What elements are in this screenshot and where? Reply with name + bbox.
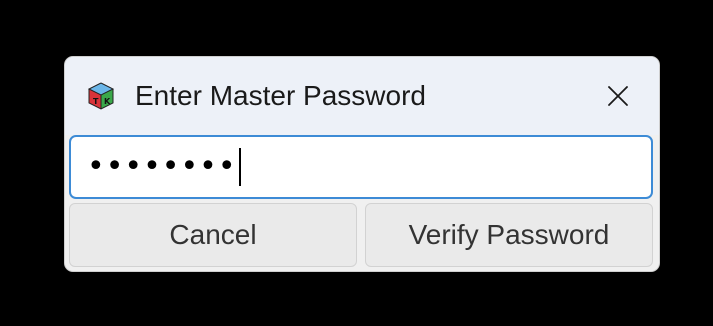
- dialog-title: Enter Master Password: [135, 80, 426, 111]
- dialog-titlebar: T K Enter Master Password: [65, 57, 659, 135]
- svg-text:K: K: [104, 97, 111, 106]
- screen-background: T K Enter Master Password •••••••• Cance…: [0, 0, 713, 326]
- password-input[interactable]: ••••••••: [69, 135, 653, 199]
- tk-cube-icon: T K: [87, 82, 115, 110]
- svg-text:T: T: [93, 97, 99, 106]
- text-caret: [238, 148, 241, 186]
- password-masked-value: ••••••••: [87, 149, 237, 184]
- master-password-dialog: T K Enter Master Password •••••••• Cance…: [64, 56, 660, 272]
- close-button[interactable]: [595, 73, 641, 119]
- verify-password-button[interactable]: Verify Password: [365, 203, 653, 267]
- cancel-button[interactable]: Cancel: [69, 203, 357, 267]
- close-icon: [608, 86, 628, 106]
